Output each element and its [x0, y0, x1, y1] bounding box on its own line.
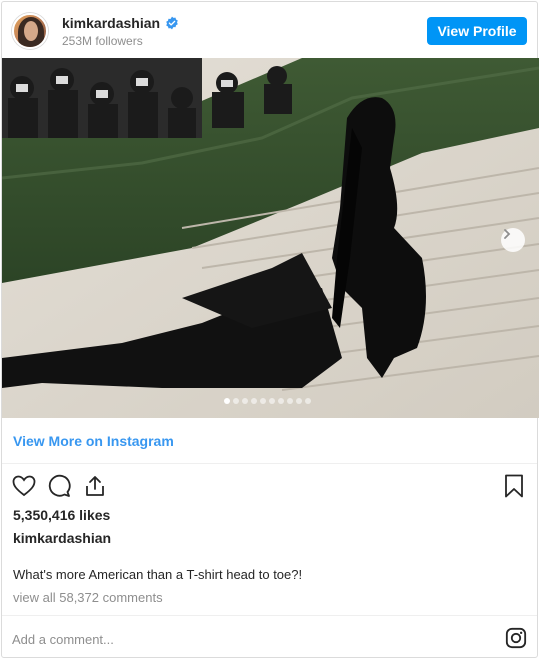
username[interactable]: kimkardashian — [62, 15, 160, 31]
carousel-dot — [305, 398, 311, 404]
instagram-embed: kimkardashian 253M followers View Profil… — [1, 1, 539, 659]
post-photo[interactable] — [2, 58, 539, 418]
view-comments-link[interactable]: view all 58,372 comments — [13, 590, 163, 605]
like-count[interactable]: 5,350,416 likes — [13, 507, 110, 523]
verified-badge-icon — [166, 16, 178, 30]
carousel-dot — [224, 398, 230, 404]
carousel-next-button[interactable] — [501, 228, 525, 252]
like-button[interactable] — [11, 473, 37, 499]
username-row: kimkardashian — [62, 15, 179, 31]
carousel-dot — [278, 398, 284, 404]
save-button[interactable] — [501, 473, 527, 499]
carousel-dot — [260, 398, 266, 404]
caption-username[interactable]: kimkardashian — [13, 530, 111, 546]
carousel-dot — [233, 398, 239, 404]
carousel-dot — [296, 398, 302, 404]
comment-bubble-icon — [48, 474, 71, 497]
share-button[interactable] — [82, 473, 108, 499]
carousel-dot — [251, 398, 257, 404]
avatar[interactable] — [12, 13, 48, 49]
post-header: kimkardashian 253M followers View Profil… — [2, 2, 537, 58]
comment-button[interactable] — [46, 473, 72, 499]
add-comment-input[interactable]: Add a comment... — [12, 632, 114, 647]
photo-illustration — [2, 58, 539, 418]
chevron-right-icon — [504, 229, 511, 239]
heart-icon — [12, 475, 36, 497]
view-more-link[interactable]: View More on Instagram — [13, 433, 174, 449]
carousel-indicator — [224, 398, 311, 404]
caption-text: What's more American than a T-shirt head… — [13, 567, 303, 582]
view-more-row: View More on Instagram — [2, 418, 537, 464]
follower-count: 253M followers — [62, 34, 143, 48]
share-icon — [86, 476, 104, 496]
carousel-dot — [242, 398, 248, 404]
bookmark-icon — [505, 474, 523, 498]
comment-footer: Add a comment... — [2, 615, 537, 659]
carousel-dot — [269, 398, 275, 404]
instagram-logo-icon[interactable] — [505, 627, 527, 649]
action-bar — [2, 464, 537, 504]
carousel-dot — [287, 398, 293, 404]
view-profile-button[interactable]: View Profile — [427, 17, 527, 45]
